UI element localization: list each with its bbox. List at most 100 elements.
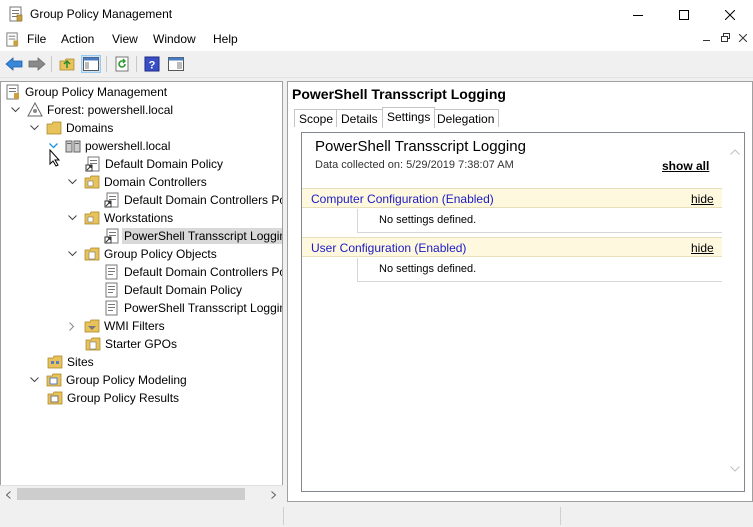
collapse-chevron[interactable] [9,104,21,116]
tree-item-domain-powershell-local[interactable]: powershell.local [47,137,170,155]
domain-icon [65,140,81,153]
maximize-button[interactable] [661,0,707,29]
child-close-button[interactable] [734,32,752,48]
tab-settings[interactable]: Settings [382,107,436,128]
tree-item-wmi-filters[interactable]: WMI Filters [66,317,165,335]
chevron-down-icon [10,107,20,113]
menu-action[interactable]: Action [61,32,94,46]
menu-file[interactable]: File [27,32,46,46]
tree-item-sites[interactable]: Sites [47,353,94,371]
tree-item-group-policy-objects[interactable]: Group Policy Objects [66,245,217,263]
tree-item-gpo-default-domain-policy[interactable]: Default Domain Policy [104,281,242,299]
tree-item-gpo-powershell-transscript-logging[interactable]: PowerShell Transscript Loggin [104,299,283,317]
chevron-down-icon [29,125,39,131]
show-hide-console-tree-button[interactable] [81,55,101,73]
collapse-chevron[interactable] [66,176,78,188]
report-vertical-scrollbar[interactable] [725,133,744,491]
scroll-left-icon [6,490,11,499]
ou-folder-icon [84,211,100,225]
toolbar: ? [0,51,753,78]
tree-label: Default Domain Controllers Po [124,193,283,207]
help-button[interactable]: ? [142,55,162,73]
gpo-link-icon [104,192,119,208]
toolbar-separator [136,56,137,72]
chevron-down-icon [67,215,77,221]
close-icon [725,9,735,20]
scroll-right-icon [271,490,276,499]
tab-details[interactable]: Details [336,109,383,127]
menu-bar: File Action View Window Help [0,29,753,51]
menu-view[interactable]: View [112,32,138,46]
chevron-down-icon [29,377,39,383]
forward-button[interactable] [27,55,47,73]
back-button[interactable] [4,55,24,73]
group-policy-management-icon [6,84,19,100]
scroll-down-button[interactable] [725,460,744,477]
minimize-button[interactable] [615,0,661,29]
gpo-icon [105,264,118,280]
scroll-right-button[interactable] [265,486,282,503]
console-system-menu-icon[interactable] [5,32,20,47]
hide-computer-link[interactable]: hide [691,192,714,206]
tree-item-workstations[interactable]: Workstations [66,209,173,227]
expand-chevron[interactable] [66,320,78,332]
user-configuration-section: User Configuration (Enabled) hide [302,237,722,257]
tree-label: Domains [66,121,114,135]
tab-scope[interactable]: Scope [294,109,339,127]
svg-text:?: ? [149,60,156,72]
tree-label: Default Domain Controllers Po [124,265,283,279]
tree-item-powershell-transscript-logging-link[interactable]: PowerShell Transscript Loggin [104,227,282,245]
scroll-thumb[interactable] [17,488,245,500]
minimize-icon [633,14,643,16]
tree-item-group-policy-modeling[interactable]: Group Policy Modeling [28,371,187,389]
refresh-icon [115,56,129,72]
tree-item-domain-controllers[interactable]: Domain Controllers [66,173,207,191]
child-minimize-icon [703,40,710,41]
tree-item-forest[interactable]: Forest: powershell.local [9,101,173,119]
tree-item-group-policy-results[interactable]: Group Policy Results [47,389,179,407]
chevron-down-icon [67,251,77,257]
tree-item-gpo-default-domain-controllers-policy[interactable]: Default Domain Controllers Po [104,263,283,281]
report-title: PowerShell Transscript Logging [315,138,526,155]
child-restore-button[interactable] [716,32,734,48]
menu-help[interactable]: Help [213,32,238,46]
properties-button[interactable] [166,55,186,73]
tree-item-group-policy-management[interactable]: Group Policy Management [5,83,167,101]
window-title: Group Policy Management [30,7,173,21]
tree-horizontal-scrollbar[interactable] [0,485,283,502]
scroll-left-button[interactable] [0,486,17,503]
no-settings-text: No settings defined. [379,263,477,275]
forward-arrow-icon [28,57,46,71]
chevron-right-icon [69,321,75,331]
collapse-chevron[interactable] [66,248,78,260]
up-one-level-button[interactable] [57,55,77,73]
collapse-chevron[interactable] [28,122,40,134]
close-button[interactable] [707,0,753,29]
refresh-button[interactable] [112,55,132,73]
menu-window[interactable]: Window [153,32,196,46]
child-close-icon [738,33,748,43]
sites-icon [47,355,63,369]
collapse-chevron[interactable] [28,374,40,386]
hide-user-link[interactable]: hide [691,241,714,255]
tree-item-default-domain-controllers-policy-link[interactable]: Default Domain Controllers Po [104,191,283,209]
toolbar-separator [106,56,107,72]
tree-label: Group Policy Objects [104,247,217,261]
computer-configuration-heading[interactable]: Computer Configuration (Enabled) [311,192,494,206]
gpo-folder-icon [85,337,101,351]
collapse-chevron[interactable] [66,212,78,224]
tree-item-domains[interactable]: Domains [28,119,113,137]
tree-label: PowerShell Transscript Loggin [124,301,283,315]
child-minimize-button[interactable] [698,32,716,48]
show-hide-tree-icon [83,57,99,71]
tab-delegation[interactable]: Delegation [432,109,500,127]
computer-configuration-section: Computer Configuration (Enabled) hide [302,188,722,208]
tree-label: Sites [67,355,94,369]
console-tree[interactable]: Group Policy Management Forest: powershe… [0,81,283,502]
scroll-up-button[interactable] [725,143,744,160]
user-configuration-heading[interactable]: User Configuration (Enabled) [311,241,466,255]
show-all-link[interactable]: show all [662,159,709,173]
chevron-up-icon [729,148,740,155]
tree-item-default-domain-policy-link[interactable]: Default Domain Policy [85,155,223,173]
tree-item-starter-gpos[interactable]: Starter GPOs [85,335,177,353]
